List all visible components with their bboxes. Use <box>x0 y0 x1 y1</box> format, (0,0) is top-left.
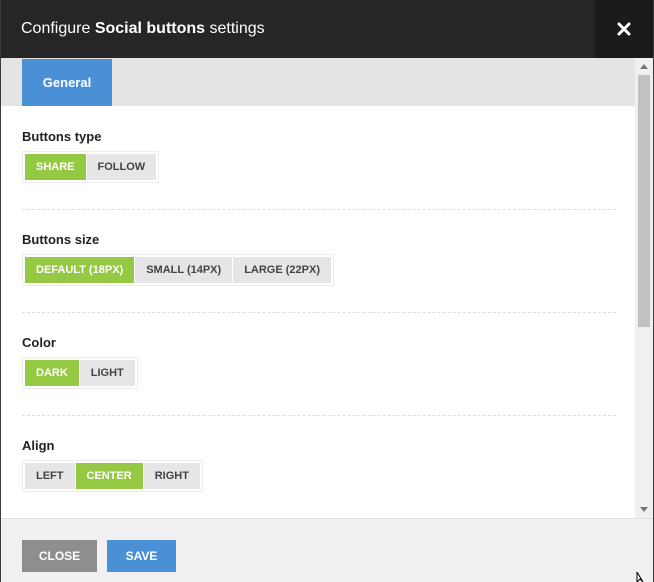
buttons-type-group: SHARE FOLLOW <box>22 151 160 183</box>
color-group: DARK LIGHT <box>22 357 138 389</box>
save-button[interactable]: SAVE <box>107 540 176 572</box>
section-label: Buttons type <box>22 129 102 144</box>
tab-general[interactable]: General <box>22 59 112 106</box>
settings-content: Buttons type SHARE FOLLOW Buttons size D… <box>1 106 635 518</box>
scroll-down-arrow-icon[interactable] <box>640 507 648 512</box>
mouse-cursor-icon <box>636 572 644 582</box>
scroll-up-arrow-icon[interactable] <box>640 64 648 69</box>
close-button[interactable]: CLOSE <box>22 540 97 572</box>
option-large-size[interactable]: LARGE (22PX) <box>232 257 331 283</box>
title-emphasis: Social buttons <box>94 20 206 37</box>
scrollbar-thumb[interactable] <box>638 75 650 327</box>
divider <box>22 209 616 210</box>
dialog-header: Configure Social buttons settings <box>1 0 653 58</box>
option-center[interactable]: CENTER <box>74 463 143 489</box>
option-follow[interactable]: FOLLOW <box>85 154 157 180</box>
align-group: LEFT CENTER RIGHT <box>22 460 203 492</box>
title-suffix: settings <box>205 20 265 37</box>
section-label: Buttons size <box>22 232 100 247</box>
close-icon <box>617 22 631 36</box>
section-label: Align <box>22 438 55 453</box>
section-label: Color <box>22 335 56 350</box>
title-prefix: Configure <box>21 20 95 37</box>
dialog-title: Configure Social buttons settings <box>21 20 265 38</box>
option-dark[interactable]: DARK <box>25 360 79 386</box>
divider <box>22 312 616 313</box>
close-dialog-button[interactable] <box>595 0 653 58</box>
scrollbar[interactable] <box>635 58 653 518</box>
option-left[interactable]: LEFT <box>25 463 75 489</box>
option-right[interactable]: RIGHT <box>142 463 200 489</box>
dialog-footer: CLOSE SAVE <box>1 518 653 582</box>
option-default-size[interactable]: DEFAULT (18PX) <box>25 257 135 283</box>
modal-dialog: Configure Social buttons settings Genera… <box>1 0 653 582</box>
option-light[interactable]: LIGHT <box>78 360 135 386</box>
option-small-size[interactable]: SMALL (14PX) <box>134 257 233 283</box>
tab-bar: General <box>1 58 635 106</box>
option-share[interactable]: SHARE <box>25 154 86 180</box>
buttons-size-group: DEFAULT (18PX) SMALL (14PX) LARGE (22PX) <box>22 254 334 286</box>
divider <box>22 415 616 416</box>
